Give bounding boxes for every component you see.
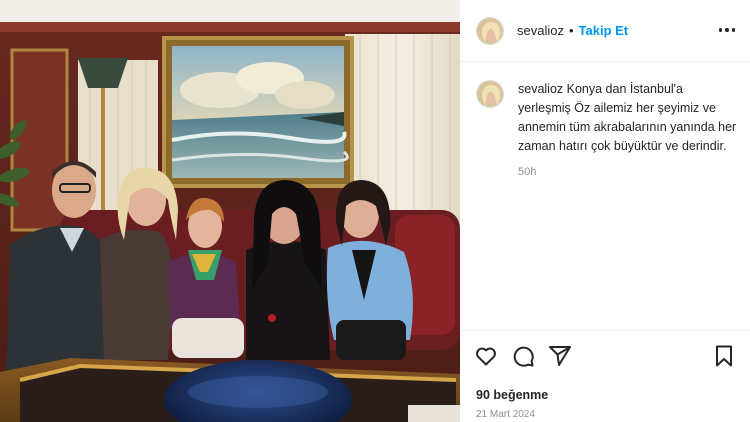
instagram-post: sevalioz • Takip Et sevalioz Konya dan İ… [0, 0, 750, 422]
avatar[interactable] [476, 16, 504, 45]
caption-username[interactable]: sevalioz [518, 82, 563, 96]
heart-icon[interactable] [474, 344, 498, 368]
separator-dot: • [568, 23, 574, 38]
caption-text: sevalioz Konya dan İstanbul'a yerleşmiş … [518, 80, 738, 156]
comment-icon[interactable] [511, 344, 535, 368]
avatar-image [477, 17, 503, 44]
action-icons [474, 344, 572, 368]
actions-divider [460, 330, 750, 331]
caption-body: sevalioz Konya dan İstanbul'a yerleşmiş … [518, 80, 738, 178]
more-dot [718, 28, 723, 32]
likes-count[interactable]: 90 beğenme [476, 388, 548, 402]
caption-timestamp: 50h [518, 166, 537, 178]
more-options-icon[interactable] [716, 20, 738, 40]
post-side-panel: sevalioz • Takip Et sevalioz Konya dan İ… [460, 0, 750, 422]
avatar-image [477, 81, 503, 107]
family-photo-illustration [0, 0, 460, 422]
bookmark-icon[interactable] [712, 344, 736, 368]
post-header: sevalioz • Takip Et [460, 0, 750, 62]
post-date: 21 Mart 2024 [476, 409, 535, 420]
follow-button[interactable]: Takip Et [579, 23, 629, 38]
caption-block: sevalioz Konya dan İstanbul'a yerleşmiş … [476, 80, 738, 178]
post-photo[interactable] [0, 0, 460, 422]
username[interactable]: sevalioz [517, 23, 564, 38]
caption-avatar[interactable] [476, 80, 504, 108]
more-dot [731, 28, 736, 32]
share-icon[interactable] [548, 344, 572, 368]
more-dot [725, 28, 729, 32]
